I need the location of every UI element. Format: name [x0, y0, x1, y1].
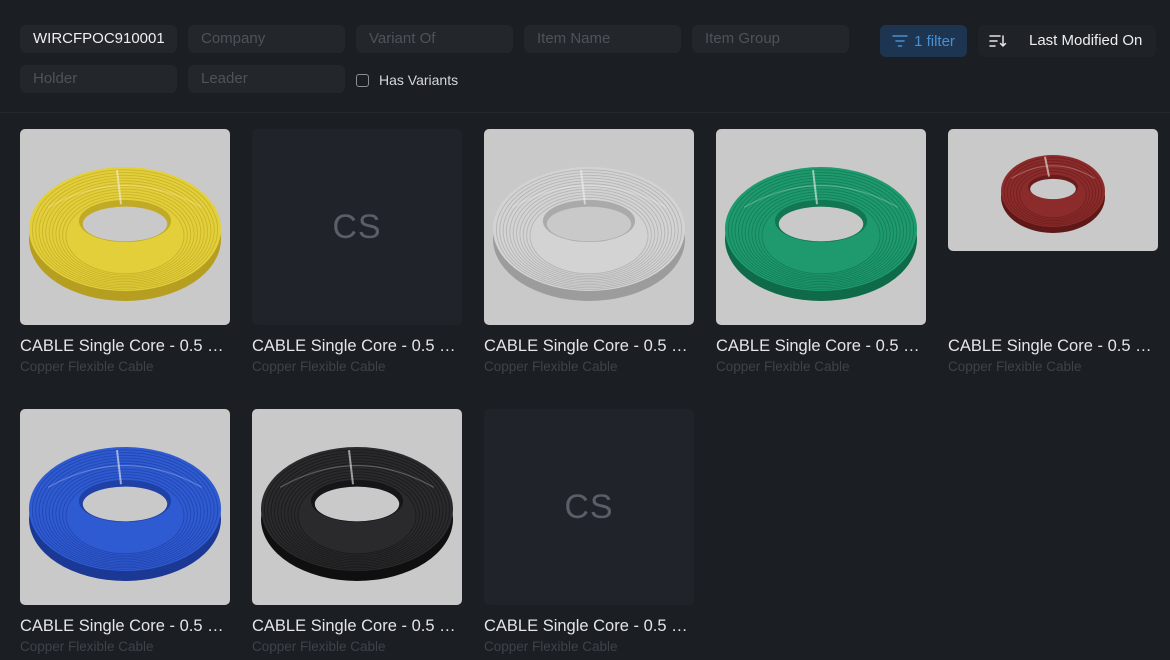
item-card[interactable]: CABLE Single Core - 0.5 Sq mm Copper Flex… [20, 129, 230, 375]
item-card[interactable]: CABLE Single Core - 0.5 Sq mm Copper Flex… [716, 129, 926, 375]
item-thumbnail[interactable] [20, 129, 230, 325]
item-thumbnail[interactable] [948, 129, 1158, 251]
cable-coil-image [261, 447, 453, 581]
item-card[interactable]: CABLE Single Core - 0.5 Sq mm Copper Flex… [484, 129, 694, 375]
item-title[interactable]: CABLE Single Core - 0.5 Sq mm [948, 336, 1158, 356]
item-thumbnail[interactable] [20, 409, 230, 605]
item-subtitle: Copper Flexible Cable [948, 359, 1082, 374]
item-title[interactable]: CABLE Single Core - 0.5 Sq mm [20, 616, 230, 636]
item-code-filter[interactable]: WIRCFPOC910001 [20, 25, 177, 53]
item-subtitle: Copper Flexible Cable [716, 359, 850, 374]
item-card[interactable]: CS CABLE Single Core - 0.5 Sq mm Copper Fl… [252, 129, 462, 375]
cable-coil-image [29, 167, 221, 301]
filter-button[interactable]: 1 filter [880, 25, 967, 57]
item-thumbnail[interactable]: CS [484, 409, 694, 605]
has-variants-checkbox[interactable] [356, 73, 369, 87]
item-card[interactable]: CABLE Single Core - 0.5 Sq mm Copper Flex… [20, 409, 230, 655]
has-variants-filter[interactable]: Has Variants [356, 70, 458, 90]
cable-coil-image [493, 167, 685, 301]
sort-by-button[interactable]: Last Modified On [1029, 25, 1142, 57]
sort-order-button[interactable] [984, 29, 1012, 53]
cable-coil-image [29, 447, 221, 581]
item-subtitle: Copper Flexible Cable [484, 359, 618, 374]
item-subtitle: Copper Flexible Cable [484, 639, 618, 654]
holder-filter[interactable]: Holder [20, 65, 177, 93]
filter-bar: WIRCFPOC910001 Company Variant Of Item N… [0, 0, 1170, 113]
sort-control: Last Modified On [978, 25, 1156, 57]
item-title[interactable]: CABLE Single Core - 0.5 Sq mm [484, 616, 694, 636]
variant-of-filter[interactable]: Variant Of [356, 25, 513, 53]
item-thumbnail[interactable] [252, 409, 462, 605]
item-title[interactable]: CABLE Single Core - 0.5 Sq mm [252, 616, 462, 636]
item-subtitle: Copper Flexible Cable [252, 359, 386, 374]
item-card[interactable]: CS CABLE Single Core - 0.5 Sq mm Copper Fl… [484, 409, 694, 655]
item-title[interactable]: CABLE Single Core - 0.5 Sq mm [716, 336, 926, 356]
cable-coil-image [725, 167, 917, 301]
item-thumbnail[interactable]: CS [252, 129, 462, 325]
cable-coil-image [1001, 155, 1105, 233]
item-group-filter[interactable]: Item Group [692, 25, 849, 53]
filter-icon [892, 35, 908, 47]
item-thumbnail[interactable] [484, 129, 694, 325]
item-initials: CS [332, 207, 382, 246]
sort-descending-icon [989, 35, 1007, 47]
item-initials: CS [564, 487, 614, 526]
item-card[interactable]: CABLE Single Core - 0.5 Sq mm Copper Flex… [252, 409, 462, 655]
item-title[interactable]: CABLE Single Core - 0.5 Sq mm [484, 336, 694, 356]
item-title[interactable]: CABLE Single Core - 0.5 Sq mm [20, 336, 230, 356]
item-title[interactable]: CABLE Single Core - 0.5 Sq mm [252, 336, 462, 356]
filter-count-label: 1 filter [914, 32, 955, 50]
item-subtitle: Copper Flexible Cable [20, 639, 154, 654]
item-subtitle: Copper Flexible Cable [252, 639, 386, 654]
leader-filter[interactable]: Leader [188, 65, 345, 93]
item-subtitle: Copper Flexible Cable [20, 359, 154, 374]
item-card[interactable]: CABLE Single Core - 0.5 Sq mm Copper Flex… [948, 129, 1158, 375]
item-name-filter[interactable]: Item Name [524, 25, 681, 53]
has-variants-label: Has Variants [379, 72, 459, 88]
item-thumbnail[interactable] [716, 129, 926, 325]
company-filter[interactable]: Company [188, 25, 345, 53]
